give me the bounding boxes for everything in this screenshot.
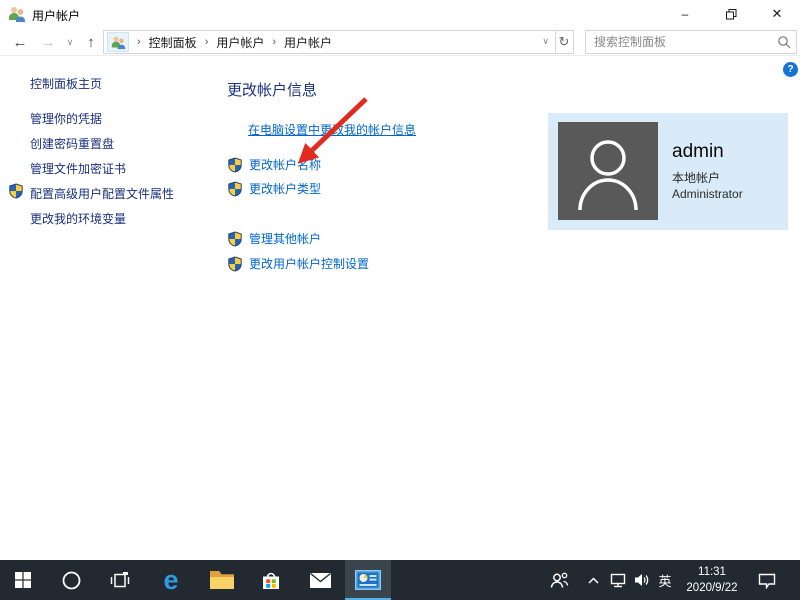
mail-button[interactable] [297, 560, 343, 600]
task-view-icon [110, 571, 130, 587]
avatar [558, 122, 658, 220]
search-icon[interactable] [777, 35, 791, 54]
edge-button[interactable]: e [148, 560, 194, 600]
link-change-account-info-in-settings[interactable]: 在电脑设置中更改我的帐户信息 [248, 121, 416, 138]
sidebar-item-advanced-user-profiles[interactable]: 配置高级用户配置文件属性 [30, 185, 174, 202]
user-accounts-window-icon [355, 570, 381, 590]
mail-envelope-icon [309, 572, 331, 588]
restore-icon [725, 8, 736, 19]
task-view-button[interactable] [97, 560, 143, 600]
tray-overflow-button[interactable] [583, 560, 603, 600]
user-accounts-icon [8, 5, 26, 23]
network-ethernet-icon [610, 573, 625, 587]
link-label: 更改帐户类型 [249, 182, 322, 196]
folder-icon [210, 571, 234, 589]
window-title: 用户帐户 [32, 9, 81, 23]
up-button[interactable]: ↑ [80, 31, 102, 53]
desktop-screen: 用户帐户 – ✕ ← → ∨ ↑ › 控制面板 › 用户帐户 › 用户帐户 ∨ … [0, 0, 800, 600]
content-area: ? 控制面板主页 管理你的凭据 创建密码重置盘 管理文件加密证书 配置高级用户配… [0, 56, 800, 560]
refresh-button[interactable]: ↻ [555, 30, 574, 54]
taskbar-clock[interactable]: 11:31 2020/9/22 [676, 564, 748, 596]
volume-button[interactable] [630, 560, 654, 600]
address-bar[interactable]: › 控制面板 › 用户帐户 › 用户帐户 ∨ [103, 30, 556, 54]
navigation-bar: ← → ∨ ↑ › 控制面板 › 用户帐户 › 用户帐户 ∨ ↻ [0, 28, 800, 56]
uac-shield-icon [228, 156, 242, 173]
person-icon [578, 140, 638, 211]
taskbar-app-user-accounts[interactable] [345, 560, 391, 600]
microsoft-store-button[interactable] [248, 560, 294, 600]
forward-button: → [40, 33, 56, 51]
edge-icon: e [163, 564, 179, 595]
link-label: 更改帐户名称 [249, 158, 322, 172]
network-button[interactable] [606, 560, 630, 600]
link-change-account-name[interactable]: 更改帐户名称 [227, 156, 321, 173]
link-change-uac-settings[interactable]: 更改用户帐户控制设置 [227, 255, 369, 272]
action-center-button[interactable] [752, 560, 782, 600]
people-button[interactable] [546, 560, 572, 600]
ime-indicator[interactable]: 英 [654, 560, 676, 600]
close-button[interactable]: ✕ [754, 0, 800, 28]
window-titlebar: 用户帐户 – ✕ [0, 0, 800, 28]
history-dropdown-icon[interactable]: ∨ [62, 31, 78, 53]
windows-logo-icon [15, 572, 31, 588]
breadcrumb-app-icon[interactable] [107, 32, 129, 52]
store-bag-icon [263, 572, 279, 589]
breadcrumb: › 控制面板 › 用户帐户 › 用户帐户 [129, 34, 332, 51]
back-button[interactable]: ← [8, 31, 32, 53]
clock-time: 11:31 [698, 566, 726, 578]
clock-date: 2020/9/22 [686, 582, 738, 594]
taskbar: e 英 11:31 2020/9/22 [0, 560, 800, 600]
people-icon [550, 572, 568, 588]
sidebar-item-control-panel-home[interactable]: 控制面板主页 [30, 75, 102, 92]
search-input[interactable] [594, 32, 772, 52]
sidebar-item-manage-credentials[interactable]: 管理你的凭据 [30, 110, 102, 127]
link-change-account-type[interactable]: 更改帐户类型 [227, 180, 321, 197]
page-title: 更改帐户信息 [227, 82, 318, 99]
breadcrumb-user-accounts[interactable]: 用户帐户 [216, 34, 264, 51]
uac-shield-icon [228, 180, 242, 197]
account-summary-panel: admin 本地帐户 Administrator [548, 113, 788, 230]
breadcrumb-separator: › [204, 36, 209, 48]
account-name: admin [672, 141, 724, 162]
cortana-circle-icon [62, 571, 80, 589]
help-button[interactable]: ? [783, 62, 798, 77]
minimize-button[interactable]: – [662, 0, 708, 28]
breadcrumb-separator: › [137, 36, 141, 48]
sidebar-item-create-password-reset-disk[interactable]: 创建密码重置盘 [30, 135, 114, 152]
cortana-button[interactable] [48, 560, 94, 600]
action-center-icon [758, 573, 776, 589]
link-label: 更改用户帐户控制设置 [249, 257, 370, 271]
breadcrumb-control-panel[interactable]: 控制面板 [149, 34, 197, 51]
uac-shield-icon [228, 255, 242, 272]
breadcrumb-user-accounts-2[interactable]: 用户帐户 [284, 34, 332, 51]
sidebar-item-manage-encryption-certificates[interactable]: 管理文件加密证书 [30, 160, 126, 177]
link-label: 管理其他帐户 [249, 232, 322, 246]
chevron-up-icon [587, 576, 599, 584]
link-manage-other-accounts[interactable]: 管理其他帐户 [227, 230, 321, 247]
speaker-icon [635, 574, 649, 586]
account-type: 本地帐户 [672, 171, 721, 185]
file-explorer-button[interactable] [199, 560, 245, 600]
uac-shield-icon [8, 183, 24, 204]
address-dropdown-icon[interactable]: ∨ [542, 36, 549, 47]
start-button[interactable] [0, 560, 46, 600]
sidebar-item-change-environment-variables[interactable]: 更改我的环境变量 [30, 210, 126, 227]
uac-shield-icon [228, 230, 242, 247]
account-role: Administrator [672, 187, 743, 201]
search-box[interactable] [585, 30, 797, 54]
restore-button[interactable] [708, 0, 754, 28]
breadcrumb-separator: › [272, 36, 277, 48]
